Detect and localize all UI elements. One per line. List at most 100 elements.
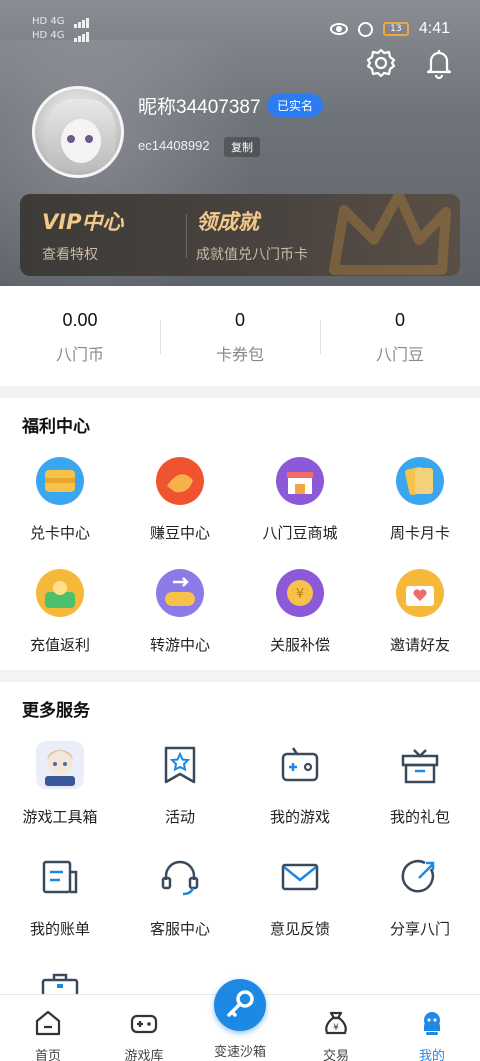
nav-game-library[interactable]: 游戏库 [96, 995, 192, 1061]
profile-icon [424, 1012, 440, 1035]
welfare-item-store[interactable]: 八门豆商城 [240, 456, 360, 543]
welfare-item-earn-beans[interactable]: 赚豆中心 [120, 456, 240, 543]
invite-icon [396, 569, 444, 617]
crown-icon [329, 194, 451, 275]
headset-icon [161, 860, 199, 896]
briefcase-icon[interactable] [40, 972, 80, 994]
nav-speed-sandbox[interactable]: 变速沙箱 [192, 979, 288, 1060]
service-item-my-games[interactable]: 我的游戏 [240, 740, 360, 827]
signal-icon [73, 30, 90, 42]
vip-center-title: VIP中心 [42, 210, 124, 234]
mail-icon [281, 863, 319, 891]
svg-text:¥: ¥ [296, 587, 304, 602]
bottom-nav: 首页 游戏库 变速沙箱 ¥ 交易 我的 [0, 979, 480, 1061]
avatar-eye [67, 135, 75, 143]
gamepad-icon [130, 1014, 158, 1034]
service-item-feedback[interactable]: 意见反馈 [240, 852, 360, 939]
stat-coupons[interactable]: 0 卡券包 [160, 286, 320, 386]
avatar[interactable] [32, 86, 124, 178]
service-label: 分享八门 [389, 920, 450, 938]
card-exchange-icon [36, 457, 84, 505]
copy-button[interactable]: 复制 [224, 137, 260, 157]
signal-indicators: HD 4G HD 4G [32, 16, 90, 44]
verified-badge: 已实名 [267, 94, 324, 117]
compensation-icon: ¥ [276, 569, 324, 617]
home-icon [35, 1010, 61, 1036]
welfare-label: 赚豆中心 [149, 524, 210, 542]
welfare-section: 福利中心 兑卡中心 赚豆中心 八门豆商城 周卡月卡 充值返利 转游中心 ¥ 关服… [0, 398, 480, 670]
service-label: 客服中心 [149, 920, 210, 938]
welfare-label: 八门豆商城 [262, 524, 338, 542]
recharge-icon [36, 569, 84, 617]
welfare-label: 转游中心 [149, 636, 210, 654]
nickname: 昵称34407387 [138, 97, 261, 118]
welfare-item-invite[interactable]: 邀请好友 [360, 568, 480, 655]
weekly-card-icon [396, 457, 444, 505]
activity-icon [164, 746, 196, 784]
service-item-activity[interactable]: 活动 [120, 740, 240, 827]
welfare-label: 兑卡中心 [29, 524, 90, 542]
achievement-subtitle: 成就值兑八门币卡 [196, 247, 308, 263]
service-label: 意见反馈 [269, 920, 330, 938]
bell-icon[interactable] [422, 46, 456, 80]
status-right: 13 4:41 [329, 20, 450, 38]
money-bag-icon: ¥ [325, 1011, 347, 1035]
service-item-bill[interactable]: 我的账单 [0, 852, 120, 939]
eye-icon [329, 23, 348, 35]
service-label: 我的游戏 [269, 808, 330, 826]
transfer-game-icon [156, 569, 204, 617]
gift-icon [401, 749, 439, 784]
key-icon [227, 990, 254, 1017]
welfare-item-card-exchange[interactable]: 兑卡中心 [0, 456, 120, 543]
header-actions [364, 46, 456, 80]
service-item-toolbox[interactable]: 游戏工具箱 [0, 740, 120, 827]
avatar-eye [85, 135, 93, 143]
service-label: 活动 [164, 808, 195, 826]
user-id: ec14408992 [138, 138, 210, 153]
bill-icon [42, 860, 78, 894]
store-icon [276, 457, 324, 505]
welfare-label: 关服补偿 [269, 636, 330, 654]
welfare-label: 邀请好友 [389, 636, 450, 654]
nav-trade[interactable]: ¥ 交易 [288, 995, 384, 1061]
vip-divider [186, 214, 187, 258]
nav-label: 首页 [34, 1049, 61, 1061]
stat-label: 卡券包 [215, 345, 264, 364]
service-item-gift[interactable]: 我的礼包 [360, 740, 480, 827]
welfare-label: 充值返利 [29, 636, 90, 654]
services-section: 更多服务 游戏工具箱 活动 我的游戏 我的礼包 我的账单 客服中心 意见反馈 分… [0, 682, 480, 994]
nav-label: 变速沙箱 [213, 1045, 266, 1060]
stat-coins[interactable]: 0.00 八门币 [0, 286, 160, 386]
vip-card: VIP中心 查看特权 领成就 成就值兑八门币卡 [20, 194, 460, 276]
nav-mine[interactable]: 我的 [384, 995, 480, 1061]
service-label: 游戏工具箱 [22, 808, 98, 826]
service-item-support[interactable]: 客服中心 [120, 852, 240, 939]
welfare-label: 周卡月卡 [389, 524, 450, 542]
nav-label: 我的 [418, 1049, 445, 1061]
earn-beans-icon [156, 457, 204, 505]
vip-center-link[interactable]: VIP中心 查看特权 [42, 206, 123, 264]
stat-value: 0 [394, 310, 405, 330]
service-item-share[interactable]: 分享八门 [360, 852, 480, 939]
services-title: 更多服务 [22, 701, 90, 721]
welfare-item-recharge[interactable]: 充值返利 [0, 568, 120, 655]
share-icon [401, 859, 435, 893]
network-label-2: HD 4G [32, 30, 65, 41]
gear-icon[interactable] [364, 46, 398, 80]
service-label: 我的账单 [29, 920, 90, 938]
my-games-icon [281, 747, 319, 782]
welfare-item-weekly-card[interactable]: 周卡月卡 [360, 456, 480, 543]
achievement-link[interactable]: 领成就 成就值兑八门币卡 [196, 206, 308, 264]
network-label-1: HD 4G [32, 16, 65, 27]
alarm-icon [357, 21, 373, 37]
nav-home[interactable]: 首页 [0, 995, 96, 1061]
welfare-item-compensation[interactable]: ¥ 关服补偿 [240, 568, 360, 655]
balance-stats: 0.00 八门币 0 卡券包 0 八门豆 [0, 286, 480, 386]
nav-center-button[interactable] [214, 979, 266, 1031]
svg-text:¥: ¥ [333, 1023, 339, 1033]
signal-icon [73, 16, 90, 28]
welfare-item-transfer[interactable]: 转游中心 [120, 568, 240, 655]
game-toolbox-icon [36, 741, 84, 789]
stat-beans[interactable]: 0 八门豆 [320, 286, 480, 386]
service-label: 我的礼包 [389, 808, 450, 826]
